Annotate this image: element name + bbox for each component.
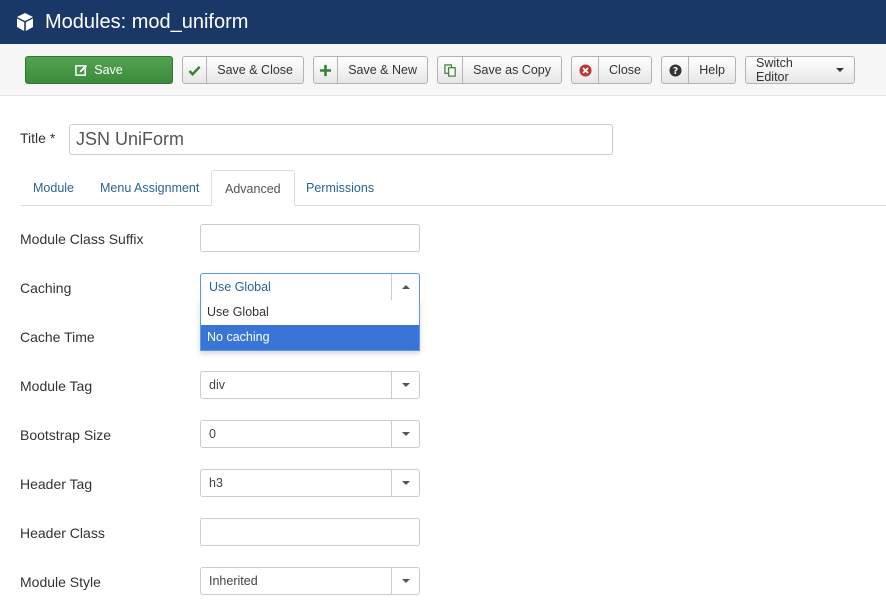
save-close-label: Save & Close (217, 63, 293, 77)
caching-selected-value: Use Global (209, 280, 271, 294)
tab-permissions[interactable]: Permissions (293, 170, 387, 206)
chevron-down-icon[interactable] (391, 372, 419, 398)
caching-option-no-caching[interactable]: No caching (201, 325, 419, 350)
copy-icon (438, 57, 464, 83)
chevron-down-icon (836, 68, 844, 72)
bootstrap-size-label: Bootstrap Size (20, 427, 112, 443)
save-button-label: Save (94, 63, 123, 77)
question-icon: ? (662, 57, 690, 83)
close-circle-icon (572, 57, 600, 83)
page-header: Modules: mod_uniform (0, 0, 886, 44)
page-title: Modules: mod_uniform (45, 11, 249, 33)
module-style-select[interactable]: Inherited (200, 567, 420, 595)
save-new-label: Save & New (348, 63, 417, 77)
edit-icon (75, 64, 88, 76)
header-tag-select[interactable]: h3 (200, 469, 420, 497)
switch-editor-label: Switch Editor (756, 56, 793, 84)
chevron-down-icon[interactable] (391, 568, 419, 594)
cube-icon (17, 13, 33, 31)
title-input[interactable]: JSN UniForm (69, 124, 613, 155)
header-tag-label: Header Tag (20, 476, 93, 492)
chevron-up-icon[interactable] (391, 274, 419, 300)
header-class-label: Header Class (20, 525, 105, 541)
save-close-button[interactable]: Save & Close (182, 56, 304, 84)
module-tag-value: div (209, 378, 225, 392)
tab-menu-assignment[interactable]: Menu Assignment (87, 170, 212, 206)
cache-time-label: Cache Time (20, 329, 95, 345)
header-tag-value: h3 (209, 476, 223, 490)
module-class-suffix-input[interactable] (200, 224, 420, 252)
save-copy-button[interactable]: Save as Copy (437, 56, 562, 84)
title-label: Title * (20, 130, 56, 146)
module-style-value: Inherited (209, 574, 258, 588)
module-style-label: Module Style (20, 574, 101, 590)
switch-editor-button[interactable]: Switch Editor (745, 56, 855, 84)
close-button[interactable]: Close (571, 56, 652, 84)
tab-bar: Module Menu Assignment Advanced Permissi… (20, 170, 886, 206)
header-class-input[interactable] (200, 518, 420, 546)
save-button[interactable]: Save (25, 56, 173, 84)
chevron-down-icon[interactable] (391, 421, 419, 447)
save-new-button[interactable]: Save & New (313, 56, 428, 84)
module-class-suffix-label: Module Class Suffix (20, 231, 144, 247)
tab-module[interactable]: Module (20, 170, 87, 206)
close-label: Close (609, 63, 641, 77)
caching-dropdown: Use Global No caching (200, 300, 420, 351)
plus-icon (314, 57, 339, 83)
module-tag-select[interactable]: div (200, 371, 420, 399)
tab-advanced[interactable]: Advanced (211, 170, 295, 206)
svg-text:?: ? (672, 65, 677, 76)
save-copy-label: Save as Copy (473, 63, 551, 77)
checkmark-icon (183, 57, 208, 83)
help-button[interactable]: ? Help (661, 56, 736, 84)
module-tag-label: Module Tag (20, 378, 93, 394)
chevron-down-icon[interactable] (391, 470, 419, 496)
caching-option-use-global[interactable]: Use Global (201, 300, 419, 325)
caching-label: Caching (20, 280, 72, 296)
help-label: Help (699, 63, 725, 77)
toolbar: Save Save & Close Save & New Save as Cop… (0, 44, 886, 96)
bootstrap-size-select[interactable]: 0 (200, 420, 420, 448)
bootstrap-size-value: 0 (209, 427, 216, 441)
caching-select[interactable]: Use Global (200, 273, 420, 301)
